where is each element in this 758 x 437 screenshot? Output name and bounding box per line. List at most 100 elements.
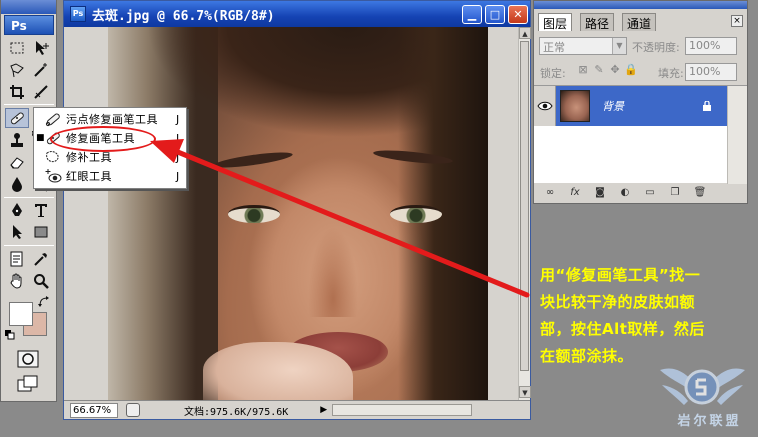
instruction-text: 用“修复画笔工具”找一 块比较干净的皮肤如额 部，按住Alt取样，然后 在额部涂…	[540, 262, 745, 370]
palette-close-icon[interactable]: ×	[731, 15, 743, 27]
new-layer-icon[interactable]: ❐	[667, 187, 683, 201]
flyout-item-red-eye[interactable]: 红眼工具 J	[34, 167, 186, 185]
tab-paths[interactable]: 路径	[580, 13, 615, 31]
document-size-info: 文档:975.6K/975.6K	[184, 406, 289, 418]
link-layers-icon[interactable]: ∞	[542, 187, 558, 201]
photo-nose	[308, 227, 358, 317]
move-tool[interactable]	[29, 38, 53, 58]
tools-palette-grip[interactable]	[1, 0, 56, 14]
instruction-line: 块比较干净的皮肤如额	[540, 293, 696, 311]
maximize-button[interactable]: □	[485, 5, 505, 24]
path-arrow-icon	[13, 225, 22, 239]
document-title: 去斑.jpg @ 66.7%(RGB/8#)	[92, 8, 275, 24]
lock-position-icon[interactable]: ✥	[608, 63, 622, 77]
photoshop-logo[interactable]: Ps	[4, 15, 54, 35]
document-vertical-scrollbar[interactable]: ▲ ▼	[518, 27, 531, 400]
notes-icon	[10, 251, 23, 267]
hand-tool[interactable]	[5, 271, 29, 291]
type-icon	[35, 204, 47, 217]
close-button[interactable]: ✕	[508, 5, 528, 24]
spot-healing-brush-icon	[45, 113, 60, 127]
layer-name[interactable]: 背景	[602, 98, 701, 114]
scrollbar-thumb[interactable]	[520, 41, 529, 371]
bandage-icon	[10, 112, 24, 125]
tab-channels[interactable]: 通道	[622, 13, 657, 31]
lock-image-icon[interactable]: ✎	[592, 63, 606, 77]
marquee-icon	[10, 42, 24, 54]
lock-transparency-icon[interactable]: ⊠	[576, 63, 590, 77]
zoom-tool[interactable]	[29, 271, 53, 291]
layers-scrollbar[interactable]	[727, 86, 747, 184]
eraser-tool[interactable]	[5, 152, 29, 172]
scroll-down-icon[interactable]: ▼	[519, 386, 531, 398]
status-icon[interactable]	[126, 403, 140, 417]
status-menu-arrow-icon[interactable]: ▶	[320, 405, 330, 415]
slice-icon	[34, 85, 48, 99]
path-selection-tool[interactable]	[5, 222, 29, 242]
minimize-button[interactable]: ▁	[462, 5, 482, 24]
tools-divider	[4, 104, 54, 105]
eye-icon	[536, 101, 553, 111]
crop-icon	[10, 85, 24, 99]
magic-wand-icon	[34, 63, 47, 77]
image-canvas[interactable]	[108, 27, 488, 400]
lock-all-icon[interactable]: 🔒	[624, 63, 638, 77]
opacity-input[interactable]: 100%	[685, 37, 737, 55]
layers-footer-toolbar: ∞ fx ◙ ◐ ▭ ❐ 🗑	[534, 184, 747, 203]
quick-mask-icon[interactable]	[17, 350, 39, 368]
blur-tool[interactable]	[5, 174, 29, 194]
layer-visibility-toggle[interactable]	[534, 86, 556, 126]
adjustment-layer-icon[interactable]: ◐	[617, 187, 633, 201]
layer-style-icon[interactable]: fx	[567, 187, 583, 201]
fill-label: 填充:	[658, 67, 684, 80]
layer-row-background[interactable]: 背景	[534, 86, 727, 126]
flyout-item-shortcut: J	[176, 131, 180, 145]
magic-wand-tool[interactable]	[29, 60, 53, 80]
type-tool[interactable]	[29, 200, 53, 220]
lasso-tool[interactable]	[5, 60, 29, 80]
notes-tool[interactable]	[5, 249, 29, 269]
stamp-icon	[11, 133, 23, 147]
tools-palette: Ps	[0, 0, 57, 402]
flyout-item-label: 修补工具	[66, 151, 112, 164]
shape-tool[interactable]	[29, 222, 53, 242]
document-ps-icon: Ps	[70, 6, 86, 22]
eyedropper-tool[interactable]	[29, 249, 53, 269]
flyout-bullet: ■	[36, 133, 45, 143]
flyout-item-label: 污点修复画笔工具	[66, 113, 158, 126]
new-group-icon[interactable]: ▭	[642, 187, 658, 201]
zoom-input[interactable]: 66.67%	[70, 402, 118, 418]
opacity-label: 不透明度:	[632, 41, 680, 54]
foreground-color-swatch[interactable]	[9, 302, 33, 326]
eyedropper-icon	[34, 253, 47, 266]
healing-brush-tool[interactable]	[5, 108, 29, 128]
highlight-ellipse	[50, 126, 156, 152]
layers-palette-grip[interactable]	[534, 1, 747, 9]
lock-icon	[703, 101, 711, 111]
layer-mask-icon[interactable]: ◙	[592, 187, 608, 201]
swap-colors-icon[interactable]	[38, 296, 50, 308]
document-horizontal-scrollbar[interactable]	[332, 404, 473, 416]
move-icon	[36, 41, 49, 55]
slice-tool[interactable]	[29, 82, 53, 102]
default-colors-icon[interactable]	[5, 330, 15, 340]
close-icon: ✕	[513, 8, 523, 21]
photo-left-eye	[228, 205, 280, 223]
hand-icon	[10, 273, 22, 289]
tab-layers[interactable]: 图层	[538, 13, 573, 31]
trash-icon[interactable]: 🗑	[692, 187, 708, 201]
marquee-tool[interactable]	[5, 38, 29, 58]
document-title-bar[interactable]: Ps 去斑.jpg @ 66.7%(RGB/8#)	[64, 1, 530, 27]
instruction-line: 用“修复画笔工具”找一	[540, 266, 701, 284]
crop-tool[interactable]	[5, 82, 29, 102]
rectangle-icon	[34, 226, 48, 238]
clone-stamp-tool[interactable]	[5, 130, 29, 150]
drop-icon	[12, 177, 22, 192]
blend-mode-select[interactable]: 正常 ▼	[539, 37, 627, 55]
scroll-up-icon[interactable]: ▲	[519, 27, 531, 39]
screen-mode-icon[interactable]	[17, 375, 39, 393]
flyout-item-shortcut: J	[176, 150, 180, 164]
pen-tool[interactable]	[5, 200, 29, 220]
fill-input[interactable]: 100%	[685, 63, 737, 81]
red-eye-icon	[45, 169, 62, 183]
